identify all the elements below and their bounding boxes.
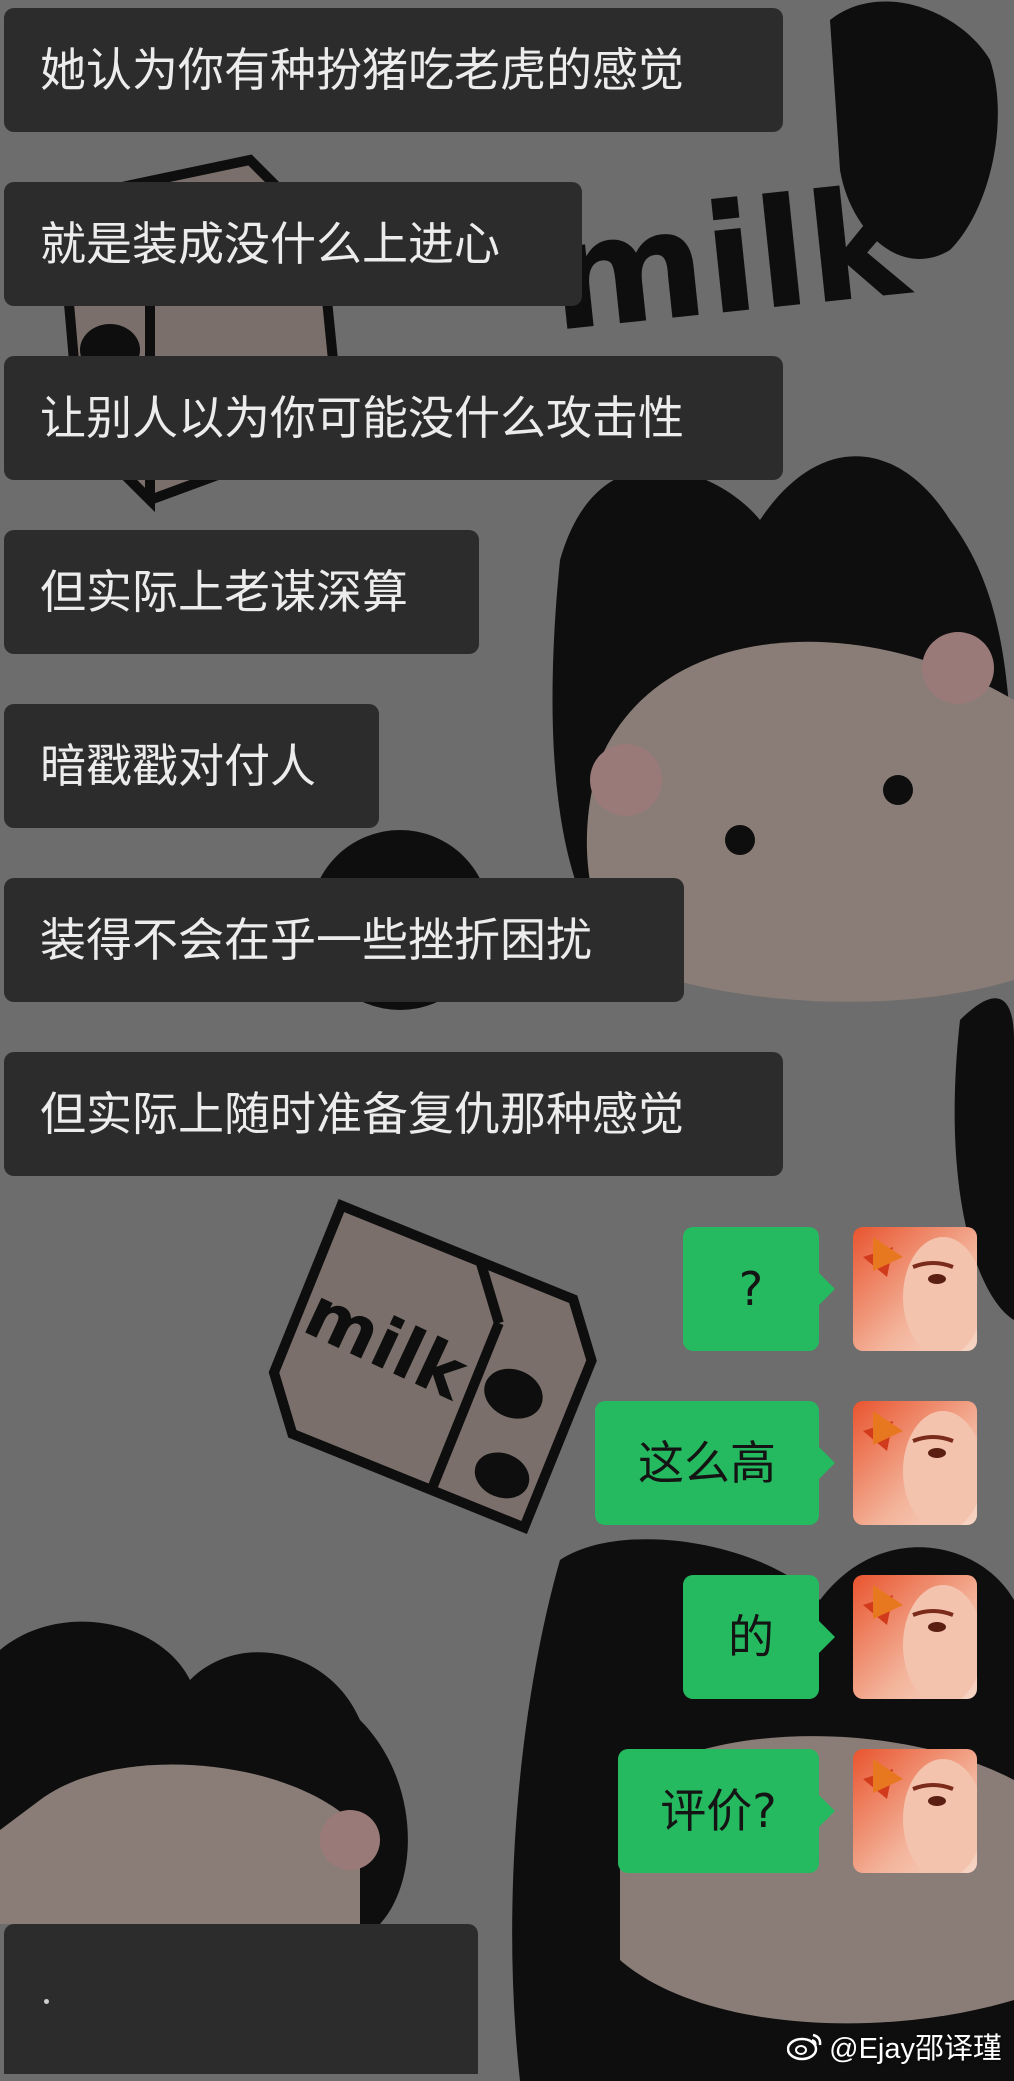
incoming-message[interactable]: 但实际上随时准备复仇那种感觉 xyxy=(4,1052,783,1176)
message-text: 这么高 xyxy=(638,1436,776,1490)
message-text: ? xyxy=(738,1262,764,1316)
user-avatar[interactable] xyxy=(853,1575,977,1699)
incoming-message[interactable]: 就是装成没什么上进心 xyxy=(4,182,582,306)
message-text: 就是装成没什么上进心 xyxy=(40,217,500,271)
outgoing-message[interactable]: 这么高 xyxy=(595,1401,835,1525)
incoming-message[interactable]: 让别人以为你可能没什么攻击性 xyxy=(4,356,783,480)
message-text: 她认为你有种扮猪吃老虎的感觉 xyxy=(40,43,684,97)
message-text: 评价? xyxy=(660,1784,777,1838)
incoming-message[interactable]: 暗戳戳对付人 xyxy=(4,704,379,828)
message-text: 让别人以为你可能没什么攻击性 xyxy=(40,391,684,445)
weibo-watermark: @Ejay邵译瑾 xyxy=(787,2025,1002,2067)
outgoing-message[interactable]: ? xyxy=(683,1227,835,1351)
message-text: 但实际上老谋深算 xyxy=(40,565,408,619)
incoming-message[interactable]: 但实际上老谋深算 xyxy=(4,530,479,654)
outgoing-message[interactable]: 评价? xyxy=(618,1749,835,1873)
incoming-message[interactable]: 装得不会在乎一些挫折困扰 xyxy=(4,878,684,1002)
message-text: 装得不会在乎一些挫折困扰 xyxy=(40,913,592,967)
message-text: 但实际上随时准备复仇那种感觉 xyxy=(40,1087,684,1141)
watermark-handle: @Ejay邵译瑾 xyxy=(829,2033,1002,2065)
outgoing-message[interactable]: 的 xyxy=(683,1575,835,1699)
user-avatar[interactable] xyxy=(853,1227,977,1351)
message-text: 暗戳戳对付人 xyxy=(40,739,316,793)
user-avatar[interactable] xyxy=(853,1749,977,1873)
weibo-icon xyxy=(787,2033,822,2061)
incoming-message-partial[interactable] xyxy=(4,1924,478,2074)
message-fragment xyxy=(44,1999,49,2004)
message-text: 的 xyxy=(728,1610,774,1664)
incoming-message[interactable]: 她认为你有种扮猪吃老虎的感觉 xyxy=(4,8,783,132)
user-avatar[interactable] xyxy=(853,1401,977,1525)
